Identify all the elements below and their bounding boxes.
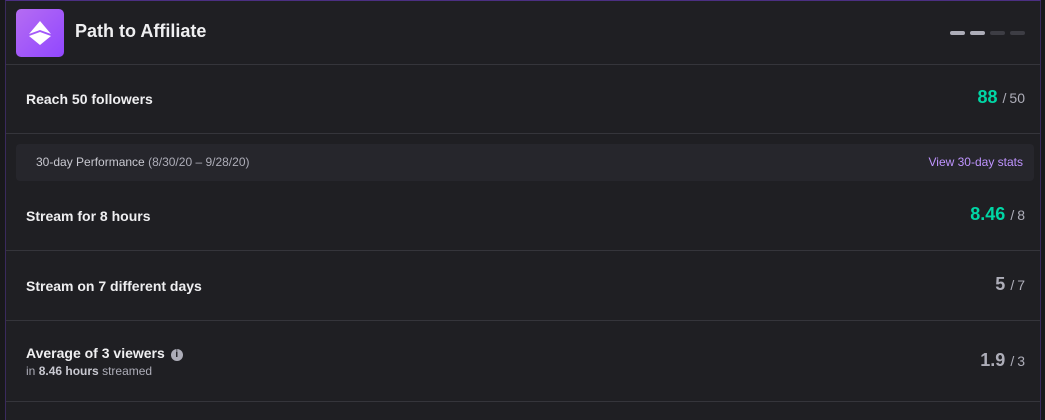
viewers-value: 1.9	[980, 350, 1006, 370]
followers-row: Reach 50 followers 88/50	[6, 65, 1040, 134]
viewers-label: Average of 3 viewers	[26, 345, 165, 361]
followers-label: Reach 50 followers	[26, 91, 153, 107]
followers-value: 88	[977, 87, 998, 107]
card-title: Path to Affiliate	[75, 21, 207, 41]
viewers-goal: 3	[1017, 353, 1025, 369]
days-progress: 5/7	[995, 274, 1025, 295]
performance-label: 30-day Performance (8/30/20 – 9/28/20)	[36, 155, 250, 169]
viewers-row: Average of 3 viewers i in 8.46 hours stre…	[6, 321, 1040, 402]
days-goal: 7	[1017, 277, 1025, 293]
info-icon[interactable]: i	[170, 349, 183, 361]
performance-banner: 30-day Performance (8/30/20 – 9/28/20) V…	[16, 144, 1034, 181]
card-header: Path to Affiliate	[6, 1, 1040, 65]
viewers-progress: 1.9/3	[980, 350, 1025, 371]
days-label: Stream on 7 different days	[26, 278, 202, 294]
followers-separator: /	[1002, 90, 1007, 106]
viewers-separator: /	[1010, 353, 1015, 369]
affiliate-badge	[16, 9, 64, 57]
progress-dot-empty	[990, 31, 1005, 35]
progress-dot-filled	[950, 31, 965, 35]
days-separator: /	[1010, 277, 1015, 293]
viewers-sub-suffix: streamed	[102, 364, 153, 378]
days-row: Stream on 7 different days 5/7	[6, 251, 1040, 321]
days-value: 5	[995, 274, 1006, 294]
progress-dot-filled	[970, 31, 985, 35]
hours-goal: 8	[1017, 207, 1025, 223]
view-30-day-stats-link[interactable]: View 30-day stats	[929, 155, 1024, 169]
hours-label: Stream for 8 hours	[26, 208, 151, 224]
performance-range: (8/30/20 – 9/28/20)	[148, 155, 250, 169]
hours-value: 8.46	[970, 204, 1006, 224]
affiliate-gem-icon	[29, 21, 51, 45]
hours-separator: /	[1010, 207, 1015, 223]
viewers-sub-prefix: in	[26, 364, 36, 378]
hours-progress: 8.46/8	[970, 204, 1025, 225]
progress-dots	[945, 31, 1025, 35]
followers-progress: 88/50	[978, 87, 1026, 108]
progress-dot-empty	[1010, 31, 1025, 35]
performance-title: 30-day Performance	[36, 155, 145, 169]
viewers-label-wrap: Average of 3 viewers i	[26, 345, 183, 361]
viewers-sub-hours: 8.46 hours	[38, 364, 99, 378]
path-to-affiliate-card: Path to Affiliate Reach 50 followers 88/…	[5, 0, 1041, 420]
hours-row: Stream for 8 hours 8.46/8	[6, 181, 1040, 251]
viewers-subtext: in 8.46 hours streamed	[26, 364, 152, 378]
followers-goal: 50	[1009, 90, 1025, 106]
